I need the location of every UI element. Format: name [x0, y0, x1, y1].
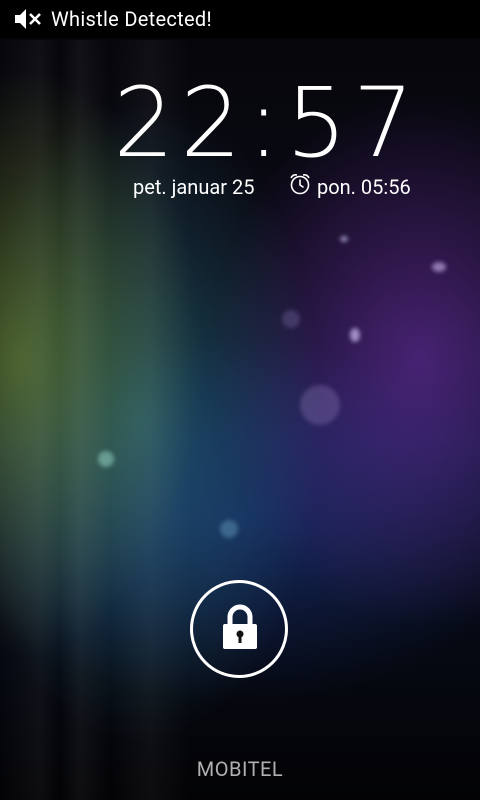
- wallpaper-bokeh: [282, 310, 300, 328]
- clock-time: 22:57: [113, 67, 420, 179]
- volume-muted-icon: [15, 9, 41, 29]
- alarm-clock-icon: [290, 174, 310, 195]
- next-alarm-label: pon. 05:56: [317, 175, 411, 199]
- carrier-label: MOBITEL: [196, 757, 284, 781]
- wallpaper-bokeh: [432, 262, 446, 272]
- status-bar[interactable]: Whistle Detected!: [0, 0, 480, 38]
- lock-screen: Whistle Detected! 22:57 pet. januar 25 p…: [0, 0, 480, 800]
- padlock-icon: [223, 604, 257, 649]
- wallpaper-bokeh: [220, 520, 238, 538]
- status-notification-text: Whistle Detected!: [51, 7, 212, 31]
- date-label: pet. januar 25: [133, 175, 255, 199]
- wallpaper-bokeh: [300, 385, 340, 425]
- wallpaper-bokeh: [350, 328, 360, 342]
- wallpaper-bokeh: [98, 451, 114, 467]
- wallpaper-bokeh: [340, 236, 348, 242]
